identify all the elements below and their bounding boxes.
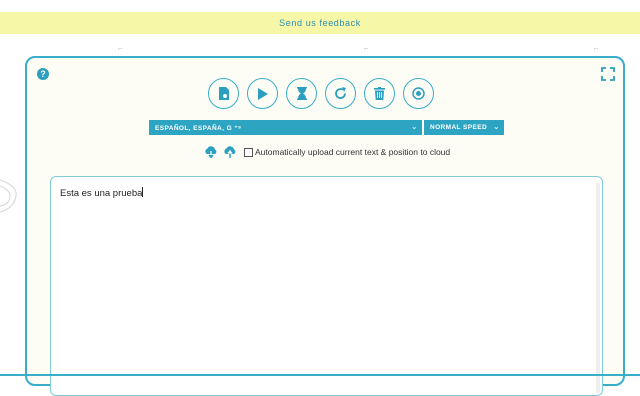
reset-button[interactable]	[325, 78, 356, 109]
decorative-sketch: ⌐	[594, 44, 599, 53]
play-button[interactable]	[247, 78, 278, 109]
voice-settings: ESPAÑOL, ESPAÑA, G ⁺⁸ ⌄ NORMAL SPEED ⌄	[149, 120, 504, 135]
playback-controls	[208, 78, 434, 109]
language-select-value: ESPAÑOL, ESPAÑA, G ⁺⁸	[155, 124, 242, 132]
delete-button[interactable]	[364, 78, 395, 109]
decorative-sketch: ⌐	[364, 44, 369, 53]
reader-panel: ? ESPAÑOL, ESPAÑA, G ⁺⁸ ⌄ NORMAL SPEED ⌄…	[25, 56, 625, 396]
help-icon[interactable]: ?	[37, 68, 49, 80]
auto-upload-checkbox[interactable]	[244, 147, 253, 157]
timer-button[interactable]	[286, 78, 317, 109]
play-icon	[258, 87, 268, 100]
voice-file-button[interactable]	[208, 78, 239, 109]
refresh-icon	[335, 87, 346, 99]
file-audio-icon	[218, 87, 229, 100]
hourglass-icon	[296, 87, 307, 100]
speed-select-value: NORMAL SPEED	[430, 124, 488, 131]
cloud-upload-icon[interactable]	[223, 146, 237, 158]
feedback-bar: Send us feedback	[0, 12, 640, 34]
trash-icon	[374, 87, 385, 100]
cloud-sync-row: Automatically upload current text & posi…	[204, 146, 450, 158]
chevron-down-icon: ⌄	[492, 122, 500, 131]
language-select[interactable]: ESPAÑOL, ESPAÑA, G ⁺⁸ ⌄	[149, 120, 422, 135]
record-icon	[412, 87, 425, 100]
editor-text: Esta es una prueba	[60, 188, 143, 199]
chevron-down-icon: ⌄	[410, 122, 418, 131]
decorative-sketch	[0, 179, 17, 213]
speed-select[interactable]: NORMAL SPEED ⌄	[424, 120, 504, 135]
cloud-download-icon[interactable]	[204, 146, 218, 158]
text-editor[interactable]: Esta es una prueba	[50, 176, 603, 396]
auto-upload-label: Automatically upload current text & posi…	[255, 147, 451, 157]
record-button[interactable]	[403, 78, 434, 109]
send-feedback-link[interactable]: Send us feedback	[279, 18, 361, 28]
decorative-sketch: ⌐	[118, 44, 123, 53]
editor-scrollbar[interactable]	[596, 183, 600, 393]
fullscreen-icon[interactable]	[601, 67, 615, 81]
